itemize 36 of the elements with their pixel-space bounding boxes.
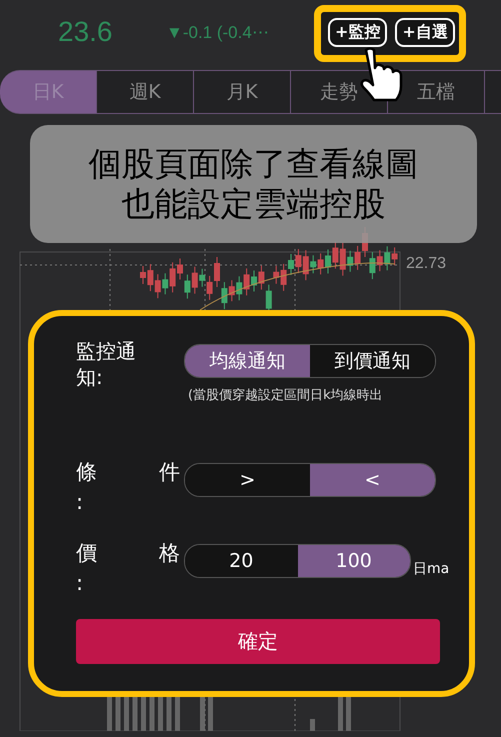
volume-bar bbox=[158, 697, 163, 731]
stock-price: 23.6 bbox=[58, 16, 114, 48]
segment-option[interactable]: 20 bbox=[185, 545, 298, 577]
volume-bar bbox=[346, 697, 351, 731]
segment-option[interactable]: < bbox=[310, 464, 435, 496]
volume-bar bbox=[166, 697, 172, 731]
add-button[interactable]: +自選 bbox=[395, 18, 455, 46]
volume-bar bbox=[132, 697, 138, 731]
confirm-button[interactable]: 確定 bbox=[76, 619, 440, 664]
volume-bar bbox=[124, 697, 129, 731]
segment-option[interactable]: > bbox=[185, 464, 310, 496]
field-label: 價格: bbox=[76, 540, 180, 597]
tab[interactable]: 週K bbox=[97, 70, 194, 114]
unit-label: 日ma bbox=[413, 560, 450, 578]
price-change: ▼-0.1 (-0.4⋯ bbox=[166, 22, 270, 42]
segment-option[interactable]: 到價通知 bbox=[310, 345, 435, 377]
caption-text: 個股頁面除了查看線圖 bbox=[88, 144, 418, 184]
hint-text: (當股價穿越設定區間日k均線時出 bbox=[188, 387, 384, 404]
tab[interactable] bbox=[485, 70, 501, 114]
volume-bar bbox=[107, 697, 112, 731]
segment-option[interactable]: 100 bbox=[298, 545, 410, 577]
volume-bar bbox=[208, 697, 213, 731]
field-label: 監控通知: bbox=[76, 338, 137, 391]
volume-bar bbox=[200, 697, 205, 731]
caption-text: 也能設定雲端控股 bbox=[122, 184, 386, 224]
volume-bar bbox=[150, 697, 154, 731]
volume-bar bbox=[141, 697, 146, 731]
volume-bar bbox=[116, 697, 120, 731]
volume-bar bbox=[310, 719, 315, 731]
add-button[interactable]: +監控 bbox=[328, 18, 388, 46]
volume-bar bbox=[338, 697, 343, 731]
segment-option[interactable]: 均線通知 bbox=[185, 345, 310, 377]
field-label: 條件: bbox=[76, 459, 180, 516]
axis-label: 22.73 bbox=[406, 255, 446, 273]
volume-bar bbox=[175, 697, 180, 731]
tab[interactable]: 月K bbox=[194, 70, 291, 114]
